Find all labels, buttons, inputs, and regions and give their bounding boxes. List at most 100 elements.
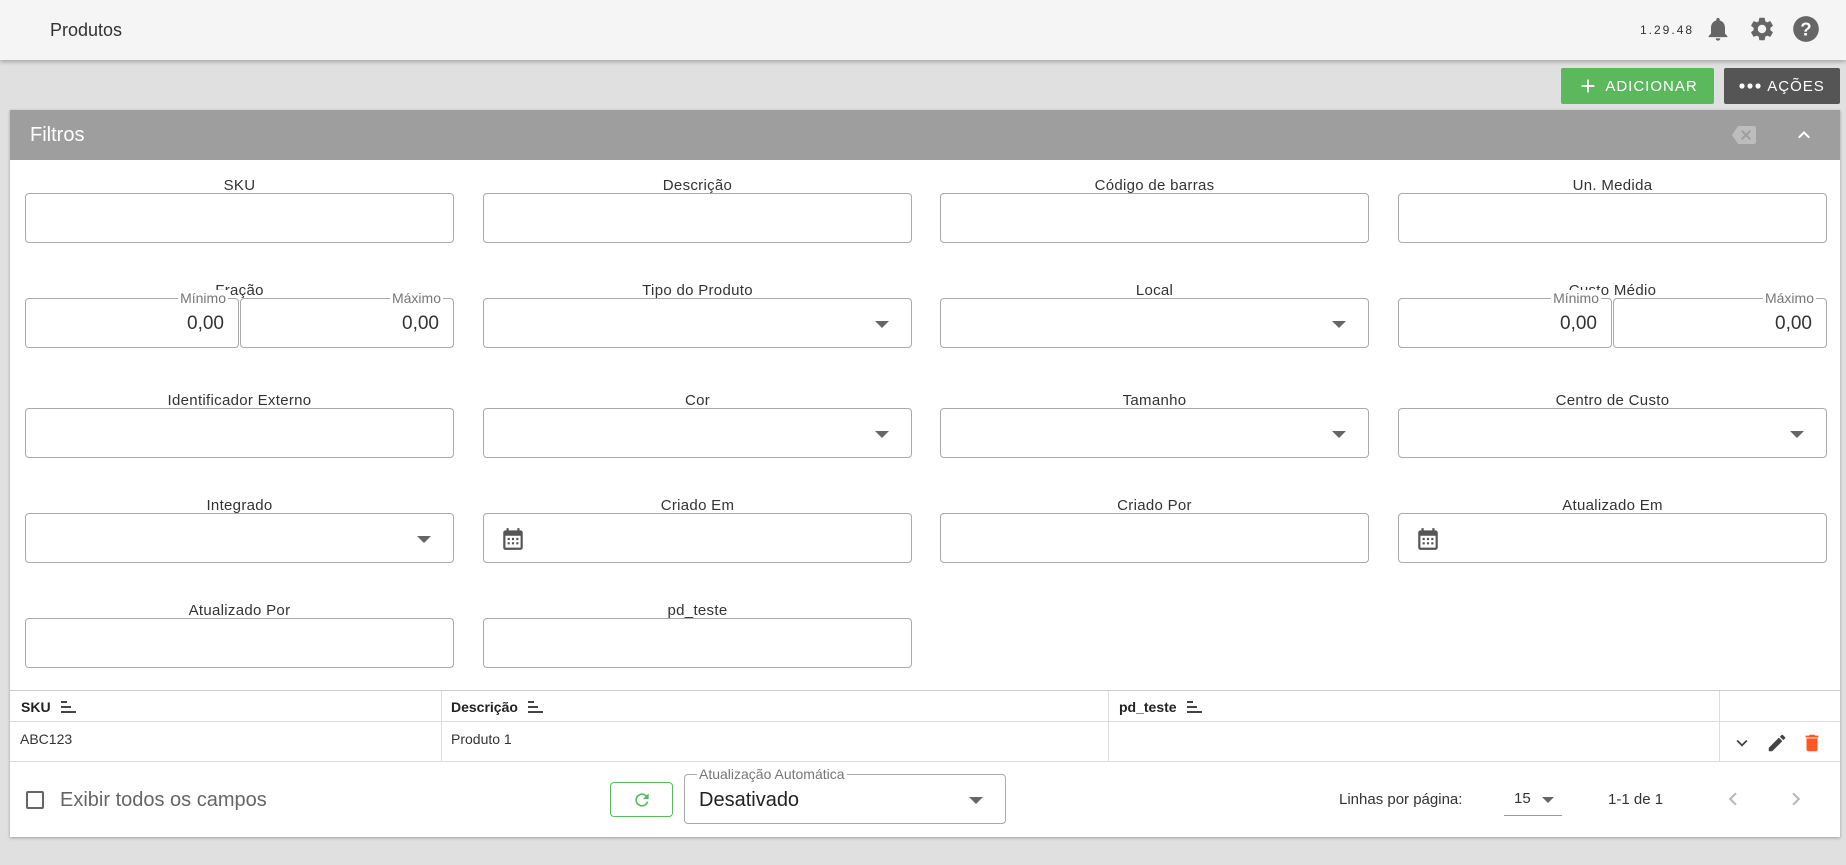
- atualizado-em-label: Atualizado Em: [1562, 497, 1663, 514]
- codigo-barras-label: Código de barras: [1094, 177, 1215, 194]
- column-divider: [1108, 722, 1109, 762]
- criado-em-label: Criado Em: [660, 497, 735, 514]
- centro-custo-label: Centro de Custo: [1555, 392, 1670, 409]
- fracao-min-input[interactable]: Mínimo 0,00: [25, 290, 239, 348]
- tamanho-label: Tamanho: [1122, 392, 1187, 409]
- cor-select[interactable]: [483, 408, 912, 458]
- column-divider: [441, 722, 442, 762]
- dropdown-arrow-icon: [1332, 321, 1346, 328]
- dropdown-arrow-icon: [875, 321, 889, 328]
- column-header-sku[interactable]: SKU: [21, 699, 77, 715]
- descricao-input[interactable]: [483, 193, 912, 243]
- column-divider: [1719, 722, 1720, 762]
- dropdown-arrow-icon: [969, 797, 983, 804]
- filters-title: Filtros: [30, 124, 85, 146]
- app-header: Produtos 1.29.48 ?: [0, 0, 1846, 60]
- rows-per-page-value: 15: [1514, 790, 1531, 807]
- add-button[interactable]: ADICIONAR: [1561, 68, 1714, 104]
- sku-input[interactable]: [25, 193, 454, 243]
- centro-custo-select[interactable]: [1398, 408, 1827, 458]
- column-header-pd-teste[interactable]: pd_teste: [1119, 699, 1203, 715]
- products-panel: Filtros SKU Descrição Código de barras U…: [10, 110, 1840, 837]
- sort-icon[interactable]: [527, 700, 544, 714]
- refresh-button[interactable]: [610, 782, 673, 817]
- custo-medio-max-label: Máximo: [1762, 290, 1816, 306]
- un-medida-label: Un. Medida: [1572, 177, 1653, 194]
- delete-icon[interactable]: [1801, 732, 1823, 754]
- rows-per-page-select[interactable]: 15: [1504, 784, 1562, 816]
- integrado-select[interactable]: [25, 513, 454, 563]
- tamanho-select[interactable]: [940, 408, 1369, 458]
- clear-filter-icon[interactable]: [1732, 123, 1756, 147]
- dropdown-arrow-icon: [1542, 797, 1554, 803]
- calendar-icon[interactable]: [500, 526, 526, 552]
- custo-medio-min-value: 0,00: [1560, 313, 1597, 334]
- fracao-max-label: Máximo: [389, 290, 443, 306]
- actions-button[interactable]: AÇÕES: [1724, 68, 1840, 104]
- refresh-icon: [634, 792, 649, 807]
- table-header: SKU Descrição pd_teste: [10, 690, 1840, 723]
- help-icon[interactable]: ?: [1792, 15, 1820, 43]
- criado-por-input[interactable]: [940, 513, 1369, 563]
- more-dots-icon: [1739, 83, 1761, 89]
- column-header-descricao[interactable]: Descrição: [451, 699, 544, 715]
- column-descricao-label: Descrição: [451, 699, 518, 715]
- auto-update-select[interactable]: Atualização Automática Desativado: [684, 766, 1006, 824]
- criado-em-input[interactable]: [483, 513, 912, 563]
- column-pd-teste-label: pd_teste: [1119, 699, 1177, 715]
- actions-button-label: AÇÕES: [1767, 77, 1825, 95]
- local-label: Local: [1135, 282, 1174, 299]
- filters-header: Filtros: [10, 110, 1840, 160]
- custo-medio-max-input[interactable]: Máximo 0,00: [1613, 290, 1827, 348]
- sort-icon[interactable]: [1186, 700, 1203, 714]
- identificador-externo-input[interactable]: [25, 408, 454, 458]
- chevron-left-icon[interactable]: [1720, 786, 1746, 812]
- fracao-max-input[interactable]: Máximo 0,00: [240, 290, 454, 348]
- app-version: 1.29.48: [1640, 23, 1695, 37]
- column-divider: [1108, 691, 1109, 723]
- dropdown-arrow-icon: [875, 431, 889, 438]
- edit-icon[interactable]: [1766, 732, 1788, 754]
- fracao-min-value: 0,00: [187, 313, 224, 334]
- dropdown-arrow-icon: [1790, 431, 1804, 438]
- atualizado-em-input[interactable]: [1398, 513, 1827, 563]
- fracao-max-value: 0,00: [402, 313, 439, 334]
- local-select[interactable]: [940, 298, 1369, 348]
- un-medida-input[interactable]: [1398, 193, 1827, 243]
- atualizado-por-input[interactable]: [25, 618, 454, 668]
- atualizado-por-label: Atualizado Por: [188, 602, 291, 619]
- pd-teste-input[interactable]: [483, 618, 912, 668]
- show-all-fields-checkbox[interactable]: [26, 791, 44, 809]
- custo-medio-min-input[interactable]: Mínimo 0,00: [1398, 290, 1612, 348]
- chevron-right-icon[interactable]: [1783, 786, 1809, 812]
- dropdown-arrow-icon: [1332, 431, 1346, 438]
- chevron-down-icon[interactable]: [1731, 732, 1753, 754]
- calendar-icon[interactable]: [1415, 526, 1441, 552]
- bell-icon[interactable]: [1704, 15, 1732, 43]
- tipo-produto-label: Tipo do Produto: [642, 282, 753, 299]
- sort-icon[interactable]: [60, 700, 77, 714]
- auto-update-label: Atualização Automática: [697, 766, 847, 782]
- cell-descricao: Produto 1: [451, 731, 512, 747]
- gear-icon[interactable]: [1748, 15, 1776, 43]
- tipo-produto-select[interactable]: [483, 298, 912, 348]
- show-all-fields-label[interactable]: Exibir todos os campos: [60, 789, 267, 812]
- identificador-externo-label: Identificador Externo: [167, 392, 312, 409]
- fracao-min-label: Mínimo: [178, 290, 228, 306]
- codigo-barras-input[interactable]: [940, 193, 1369, 243]
- cell-sku: ABC123: [20, 731, 73, 747]
- plus-icon: [1581, 79, 1595, 93]
- add-button-label: ADICIONAR: [1605, 77, 1698, 95]
- column-sku-label: SKU: [21, 699, 51, 715]
- rows-per-page-label: Linhas por página:: [1339, 791, 1463, 808]
- custo-medio-max-value: 0,00: [1775, 313, 1812, 334]
- column-divider: [1719, 691, 1720, 723]
- criado-por-label: Criado Por: [1117, 497, 1192, 514]
- table-row[interactable]: ABC123 Produto 1: [10, 722, 1840, 762]
- chevron-up-icon[interactable]: [1792, 123, 1816, 147]
- page-title: Produtos: [50, 20, 123, 40]
- cor-label: Cor: [684, 392, 711, 409]
- svg-text:?: ?: [1800, 18, 1811, 39]
- sku-label: SKU: [223, 177, 256, 194]
- descricao-label: Descrição: [662, 177, 733, 194]
